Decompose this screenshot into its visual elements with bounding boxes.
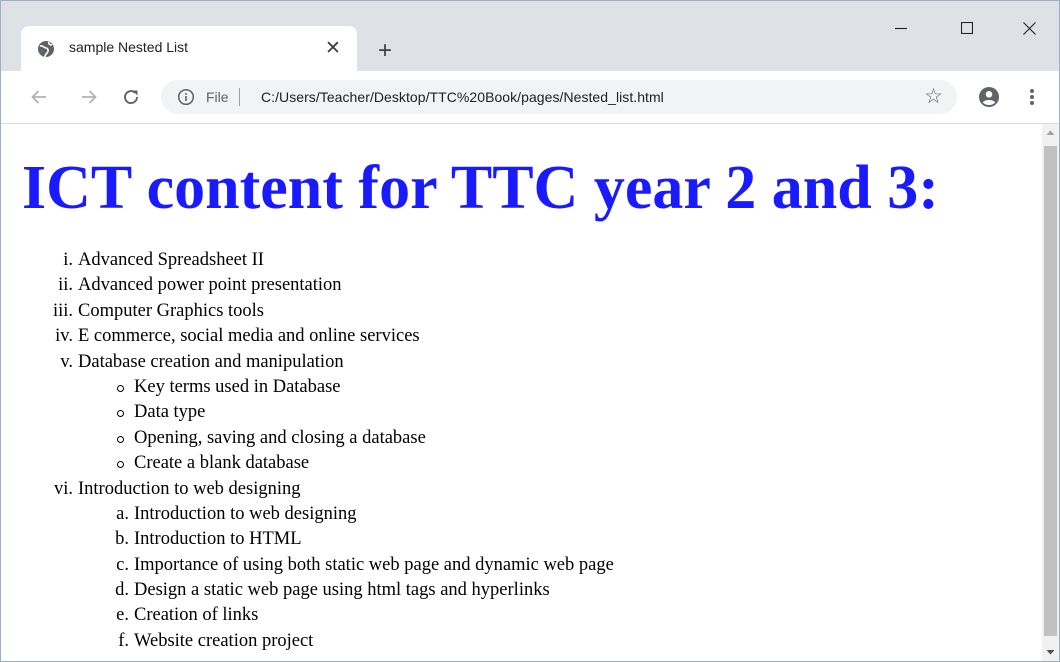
sublist-item-text: Design a static web page using html tags… — [134, 580, 550, 601]
list-marker: iv. — [55, 326, 73, 347]
more-vert-icon[interactable] — [1023, 85, 1041, 109]
star-icon[interactable]: ☆ — [924, 85, 943, 109]
list-item-text: Introduction to web designing — [78, 478, 301, 499]
sublist-item-text: Website creation project — [134, 630, 314, 651]
close-window-button[interactable] — [1009, 15, 1049, 41]
list-marker: vi. — [53, 478, 73, 499]
list-item-text: E commerce, social media and online serv… — [78, 326, 420, 347]
scrollbar-thumb[interactable] — [1044, 146, 1057, 636]
address-divider — [239, 88, 240, 106]
scroll-up-arrow-icon[interactable] — [1042, 124, 1059, 141]
sublist-item-text: Key terms used in Database — [134, 376, 341, 397]
minimize-button[interactable] — [881, 15, 921, 41]
list-item-text: Computer Graphics tools — [78, 300, 265, 321]
new-tab-button[interactable]: + — [371, 37, 399, 65]
browser-window: sample Nested List ✕ + File C:/Users/Tea… — [0, 0, 1060, 662]
list-marker: i. — [63, 250, 73, 270]
info-icon[interactable] — [177, 88, 195, 106]
sublist-marker: d. — [115, 580, 129, 601]
sublist-marker: e. — [116, 605, 129, 626]
sublist-item-text: Data type — [134, 402, 206, 423]
sublist-marker: f. — [118, 630, 129, 651]
sublist-marker: b. — [115, 529, 129, 550]
scheme-label: File — [206, 89, 229, 105]
sublist-marker: c. — [116, 554, 129, 575]
sublist-item-text: Introduction to HTML — [134, 529, 302, 550]
maximize-button[interactable] — [947, 15, 987, 41]
back-button[interactable] — [25, 83, 53, 111]
globe-icon — [38, 41, 54, 58]
back-arrow-icon — [31, 90, 46, 104]
circle-bullet-icon — [117, 410, 124, 418]
scroll-down-arrow-icon[interactable] — [1042, 644, 1059, 661]
circle-bullet-icon — [117, 461, 124, 469]
reload-button[interactable] — [117, 83, 145, 111]
list-item-text: Advanced Spreadsheet II — [78, 250, 264, 270]
tab-strip: sample Nested List ✕ + — [1, 1, 1059, 72]
page-heading: ICT content for TTC year 2 and 3: — [22, 154, 939, 222]
vertical-scrollbar[interactable] — [1042, 124, 1059, 661]
list-item-text: Database creation and manipulation — [78, 351, 344, 372]
reload-icon — [124, 90, 138, 105]
list-marker: iii. — [52, 300, 73, 321]
list-marker: v. — [60, 351, 73, 372]
list-item-text: Advanced power point presentation — [78, 275, 342, 296]
page-content: ICT content for TTC year 2 and 3: i. Adv… — [1, 124, 1042, 661]
sublist-item-text: Creation of links — [134, 605, 259, 626]
tab-title: sample Nested List — [69, 39, 189, 55]
address-bar[interactable]: File C:/Users/Teacher/Desktop/TTC%20Book… — [161, 80, 957, 114]
forward-button[interactable] — [75, 83, 103, 111]
circle-bullet-icon — [117, 435, 124, 443]
sublist-item-text: Importance of using both static web page… — [134, 554, 614, 575]
sublist-item-text: Create a blank database — [134, 453, 310, 474]
forward-arrow-icon — [82, 90, 97, 104]
minimize-icon — [895, 27, 907, 30]
close-window-icon — [1022, 21, 1036, 35]
browser-toolbar: File C:/Users/Teacher/Desktop/TTC%20Book… — [1, 71, 1059, 124]
list-marker: ii. — [58, 275, 73, 296]
maximize-icon — [961, 22, 973, 34]
sublist-marker: a. — [116, 503, 129, 524]
browser-tab[interactable]: sample Nested List ✕ — [21, 26, 357, 72]
tab-close-icon[interactable]: ✕ — [321, 36, 345, 60]
sublist-item-text: Introduction to web designing — [134, 503, 357, 524]
account-icon[interactable] — [977, 85, 1001, 109]
sublist-item-text: Opening, saving and closing a database — [134, 427, 426, 448]
circle-bullet-icon — [117, 384, 124, 392]
url-text[interactable]: C:/Users/Teacher/Desktop/TTC%20Book/page… — [261, 89, 664, 105]
